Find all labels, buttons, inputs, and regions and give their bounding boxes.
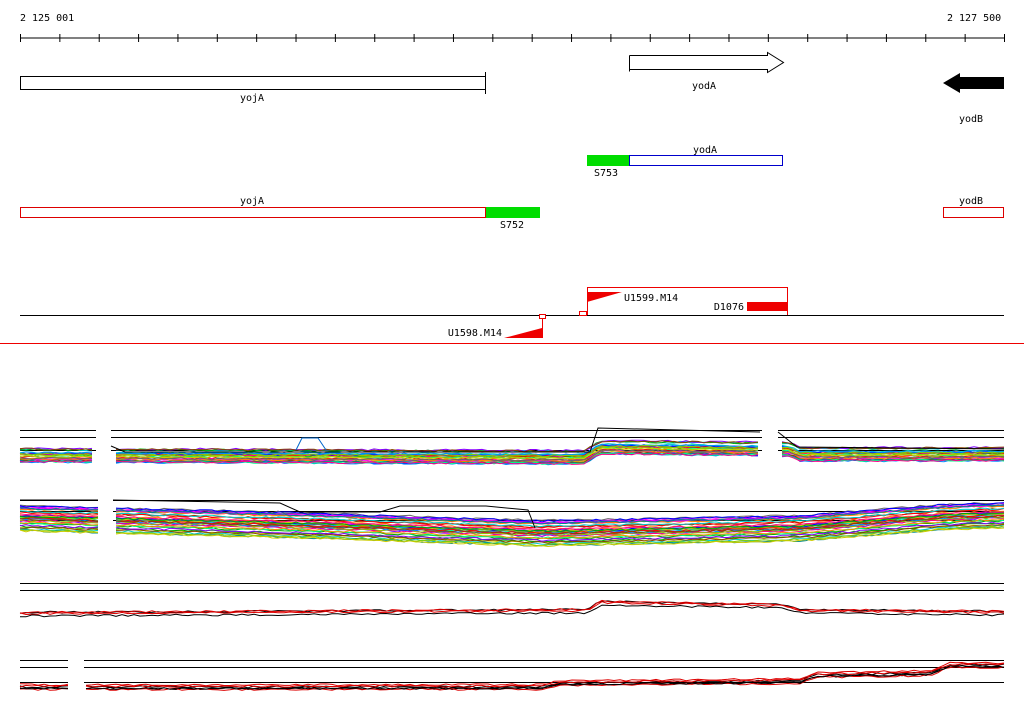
gene-yodB[interactable] — [943, 73, 1004, 93]
gene-yojA-label: yojA — [240, 93, 264, 104]
coordinate-ruler — [20, 34, 1005, 42]
transcript-yodA-label: yodA — [693, 145, 717, 156]
segment-S752[interactable] — [486, 207, 540, 218]
transcript-yodA[interactable] — [629, 155, 783, 166]
profile-panel-1 — [19, 427, 1005, 466]
feature-U1599-marker[interactable] — [587, 292, 622, 302]
feature-U1599-label: U1599.M14 — [624, 293, 678, 304]
breakpoint-marker-1 — [539, 314, 546, 319]
transcript-yodB[interactable] — [943, 207, 1004, 218]
feature-U1598-marker[interactable] — [504, 328, 542, 338]
expression-panels — [19, 427, 1005, 691]
feature-U1598-label: U1598.M14 — [448, 328, 502, 339]
feature-D1076-marker[interactable] — [747, 302, 787, 311]
genome-browser-view: 2 125 001 2 127 500 yojA yodA yodB S753 … — [0, 0, 1024, 714]
feature-track: U1599.M14 D1076 U1598.M14 — [0, 287, 1024, 344]
breakpoint-marker-2 — [579, 311, 587, 316]
profile-panel-4 — [19, 660, 1005, 691]
transcript-yodB-label: yodB — [959, 196, 983, 207]
profile-panel-3 — [19, 583, 1005, 618]
segment-S752-label: S752 — [500, 220, 524, 231]
gene-yodA[interactable] — [629, 51, 785, 74]
segment-S753[interactable] — [587, 155, 629, 166]
panel-1-peak-series — [295, 437, 327, 451]
transcript-yojA[interactable] — [20, 207, 486, 218]
feature-D1076-label: D1076 — [714, 302, 744, 313]
profile-panel-2 — [19, 499, 1005, 548]
genome-track-canvas: yojA yodA yodB S753 yodA yojA S752 yodB — [0, 34, 1024, 691]
transcript-yojA-label: yojA — [240, 196, 264, 207]
gene-yodA-label: yodA — [692, 81, 716, 92]
segment-S753-label: S753 — [594, 168, 618, 179]
gene-track: yojA yodA yodB — [20, 51, 1004, 125]
transcript-track: S753 yodA yojA S752 yodB — [20, 145, 1004, 231]
gene-yojA[interactable] — [20, 76, 486, 90]
gene-yodB-label: yodB — [959, 114, 983, 125]
